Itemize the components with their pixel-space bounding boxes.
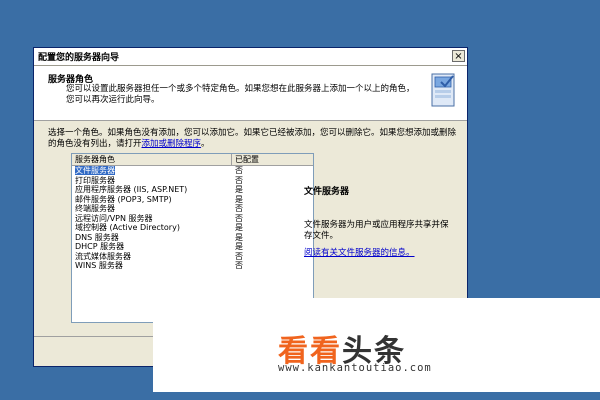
- server-wizard-icon: [431, 73, 455, 107]
- role-configured: 否: [235, 213, 243, 223]
- close-icon: ×: [454, 51, 463, 62]
- title-bar: 配置您的服务器向导 ×: [34, 48, 467, 66]
- role-configured: 否: [235, 204, 243, 213]
- header-description: 您可以设置此服务器担任一个或多个特定角色。如果您想在此服务器上添加一个以上的角色…: [66, 84, 415, 105]
- role-configured: 否: [235, 175, 243, 185]
- table-row[interactable]: WINS 服务器 否: [72, 261, 313, 271]
- detail-description: 文件服务器为用户或应用程序共享并保存文件。: [304, 220, 449, 241]
- column-header-configured[interactable]: 已配置: [232, 154, 312, 165]
- window-title: 配置您的服务器向导: [38, 53, 120, 63]
- table-row[interactable]: 文件服务器 否: [72, 166, 313, 176]
- role-configured: 是: [235, 232, 243, 242]
- table-row[interactable]: DNS 服务器 是: [72, 233, 313, 243]
- detail-title: 文件服务器: [304, 187, 350, 197]
- table-row[interactable]: 终端服务器 否: [72, 204, 313, 214]
- table-row[interactable]: 应用程序服务器 (IIS, ASP.NET) 是: [72, 185, 313, 195]
- role-name: 打印服务器: [75, 175, 115, 185]
- file-server-info-link[interactable]: 阅读有关文件服务器的信息。: [304, 246, 415, 258]
- role-configured: 是: [235, 242, 243, 251]
- role-name: 域控制器 (Active Directory): [75, 223, 180, 232]
- watermark-banner: 看看头条 www.kankantoutiao.com: [153, 298, 600, 392]
- add-remove-programs-link[interactable]: 添加或删除程序: [142, 139, 202, 149]
- role-configured: 是: [235, 194, 243, 204]
- role-name: 文件服务器: [75, 166, 115, 175]
- role-name: 终端服务器: [75, 204, 115, 213]
- role-configured: 否: [235, 251, 243, 261]
- role-configured: 是: [235, 185, 243, 194]
- role-name: WINS 服务器: [75, 261, 123, 270]
- role-list-header: 服务器角色 已配置: [72, 154, 313, 166]
- role-configured: 是: [235, 223, 243, 232]
- wizard-header: 服务器角色 您可以设置此服务器担任一个或多个特定角色。如果您想在此服务器上添加一…: [34, 66, 467, 121]
- table-row[interactable]: 邮件服务器 (POP3, SMTP) 是: [72, 195, 313, 205]
- intro-text: 选择一个角色。如果角色没有添加，您可以添加它。如果它已经被添加，您可以删除它。如…: [48, 128, 457, 149]
- table-row[interactable]: 远程访问/VPN 服务器 否: [72, 214, 313, 224]
- role-name: DHCP 服务器: [75, 242, 125, 251]
- role-name: 流式媒体服务器: [75, 251, 131, 261]
- role-name: 邮件服务器 (POP3, SMTP): [75, 194, 172, 204]
- table-row[interactable]: 打印服务器 否: [72, 176, 313, 186]
- column-header-role[interactable]: 服务器角色: [72, 154, 232, 165]
- table-row[interactable]: 域控制器 (Active Directory) 是: [72, 223, 313, 233]
- table-row[interactable]: DHCP 服务器 是: [72, 242, 313, 252]
- role-name: DNS 服务器: [75, 232, 119, 242]
- role-name: 应用程序服务器 (IIS, ASP.NET): [75, 185, 188, 194]
- role-name: 远程访问/VPN 服务器: [75, 213, 153, 223]
- watermark-url: www.kankantoutiao.com: [278, 362, 432, 374]
- role-configured: 否: [235, 261, 243, 270]
- role-configured: 否: [235, 166, 243, 175]
- table-row[interactable]: 流式媒体服务器 否: [72, 252, 313, 262]
- close-button[interactable]: ×: [452, 50, 465, 62]
